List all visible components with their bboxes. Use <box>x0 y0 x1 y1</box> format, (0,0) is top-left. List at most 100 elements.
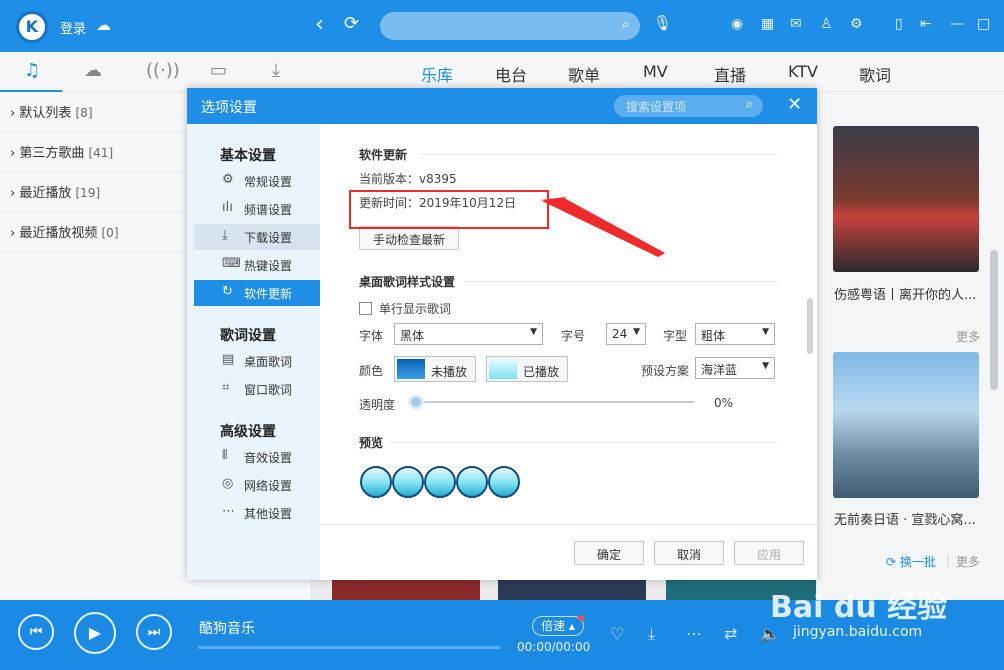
nav-sound[interactable]: ⫴ 音效设置 <box>194 444 320 470</box>
nav-network[interactable]: ◎ 网络设置 <box>194 472 320 498</box>
tab-ktv[interactable]: KTV <box>788 62 818 81</box>
nav-label: 网络设置 <box>244 479 293 493</box>
device-icon[interactable]: ▭ <box>210 60 227 81</box>
shirt-icon[interactable]: ♙ <box>820 16 833 32</box>
cloud-tab-icon[interactable]: ☁ <box>84 60 102 81</box>
nav-desktop-lyric[interactable]: ▤ 桌面歌词 <box>194 348 320 374</box>
preset-select[interactable]: 海洋蓝 ▼ <box>695 357 775 379</box>
style-select[interactable]: 粗体 ▼ <box>695 323 775 345</box>
dialog-scrollbar[interactable] <box>807 298 813 354</box>
mail-icon[interactable]: ✉ <box>790 16 802 32</box>
title-bar: K 登录 ☁ ‹ ⟳ ⌕ 🎙 ◉ ▦ ✉ ♙ ⚙ ▯ ⇤ — □ <box>0 0 1004 52</box>
nav-hotkey[interactable]: ⌨ 热键设置 <box>194 252 320 278</box>
nav-spectrum[interactable]: ılı 频谱设置 <box>194 196 320 222</box>
download-icon[interactable]: ⤓ <box>648 624 655 644</box>
tab-playlists[interactable]: 歌单 <box>568 62 600 86</box>
group-basic-title: 基本设置 <box>220 148 276 164</box>
search-icon[interactable]: ⌕ <box>622 15 630 33</box>
list-count: [0] <box>101 226 119 240</box>
size-value: 24 <box>612 327 628 341</box>
now-playing-title: 酷狗音乐 <box>199 621 255 637</box>
settings-icon[interactable]: ⚙ <box>850 16 863 32</box>
tab-lyrics[interactable]: 歌词 <box>859 62 891 86</box>
more-link[interactable]: 更多 <box>956 553 980 570</box>
section-update-title: 软件更新 <box>359 148 408 162</box>
nav-window-lyric[interactable]: ⌗ 窗口歌词 <box>194 376 320 402</box>
opacity-slider-knob[interactable] <box>408 394 424 410</box>
refresh-icon[interactable]: ⟳ <box>344 13 359 34</box>
unplayed-color-button[interactable]: 未播放 <box>394 356 476 382</box>
divider <box>390 442 777 443</box>
tab-mv[interactable]: MV <box>643 62 668 81</box>
nav-label: 下载设置 <box>244 231 293 245</box>
heart-icon[interactable]: ♡ <box>610 624 624 643</box>
font-select[interactable]: 黑体 ▼ <box>394 323 543 345</box>
search-input[interactable]: ⌕ <box>380 12 640 40</box>
page-scrollbar[interactable] <box>990 250 998 390</box>
tab-radio[interactable]: 电台 <box>495 62 527 86</box>
bottom-card-thumb[interactable] <box>332 580 480 600</box>
settings-search-input[interactable]: 搜索设置项 ⌕ <box>614 95 763 117</box>
preview-lyric-ball <box>456 466 488 498</box>
check-update-button[interactable]: 手动检查最新 <box>359 226 459 250</box>
window-lyric-icon: ⌗ <box>222 380 230 395</box>
back-icon[interactable]: ‹ <box>315 12 324 37</box>
more-link[interactable]: 更多 <box>956 328 980 345</box>
play-icon[interactable]: ▶ <box>74 612 116 654</box>
spectrum-icon: ılı <box>222 200 233 215</box>
cancel-button[interactable]: 取消 <box>654 541 724 565</box>
nav-update[interactable]: ↻ 软件更新 <box>194 280 320 306</box>
radio-tower-icon[interactable]: ((·)) <box>146 60 180 81</box>
size-select[interactable]: 24 ▼ <box>606 323 646 345</box>
radio-icon[interactable]: ◉ <box>731 16 743 32</box>
exit-icon[interactable]: ⇤ <box>920 16 932 32</box>
divider <box>420 154 777 155</box>
download-tab-icon[interactable]: ⤓ <box>272 60 280 81</box>
volume-icon[interactable]: 🔈 <box>760 624 780 643</box>
mini-mode-icon[interactable]: ▯ <box>895 16 903 32</box>
section-lyric-title: 桌面歌词样式设置 <box>359 275 456 289</box>
tab-library[interactable]: 乐库 <box>421 62 453 86</box>
cloud-icon[interactable]: ☁ <box>96 16 111 34</box>
opacity-slider-track[interactable] <box>416 401 694 403</box>
next-icon[interactable]: ⏭ <box>136 614 172 650</box>
playlist-caption[interactable]: 伤感粤语丨离开你的人... <box>834 284 980 303</box>
search-icon[interactable]: ⌕ <box>746 97 753 112</box>
nav-other[interactable]: ⋯ 其他设置 <box>194 500 320 526</box>
list-label: 默认列表 <box>19 106 72 121</box>
maximize-icon[interactable]: □ <box>977 16 990 32</box>
playlist-cover[interactable] <box>833 126 979 272</box>
refresh-label: 换一批 <box>899 555 936 569</box>
speed-label: 倍速 <box>541 619 566 633</box>
played-swatch <box>489 359 517 379</box>
single-line-checkbox[interactable] <box>359 302 372 315</box>
minimize-icon[interactable]: — <box>950 16 964 32</box>
dialog-footer: 确定 取消 应用 <box>320 524 817 580</box>
dialog-title: 选项设置 <box>201 100 257 116</box>
played-color-button[interactable]: 已播放 <box>486 356 568 382</box>
more-icon[interactable]: ⋯ <box>686 624 702 643</box>
bottom-card-thumb[interactable] <box>498 580 646 600</box>
playlist-caption[interactable]: 无前奏日语 · 宣戮心窝... <box>834 509 980 528</box>
tab-live[interactable]: 直播 <box>714 62 746 86</box>
music-note-icon[interactable]: ♫ <box>24 60 40 81</box>
preview-lyric-ball <box>360 466 392 498</box>
refresh-batch-button[interactable]: ⟳ 换一批 <box>886 553 936 570</box>
loop-icon[interactable]: ⇄ <box>724 624 737 643</box>
nav-download[interactable]: ⤓ 下载设置 <box>194 224 320 250</box>
close-icon[interactable]: ✕ <box>787 94 802 115</box>
mic-icon[interactable]: 🎙 <box>653 14 672 32</box>
current-version: 当前版本：v8395 <box>359 172 457 186</box>
preview-lyric-ball <box>488 466 520 498</box>
prev-icon[interactable]: ⏮ <box>18 614 54 650</box>
ok-button[interactable]: 确定 <box>574 541 644 565</box>
progress-bar[interactable] <box>198 646 500 649</box>
chevron-down-icon: ▼ <box>762 327 769 337</box>
login-link[interactable]: 登录 <box>60 18 86 37</box>
apps-icon[interactable]: ▦ <box>761 16 774 32</box>
speed-button[interactable]: 倍速 ▴ <box>532 616 584 636</box>
playlist-cover[interactable] <box>833 352 979 498</box>
apply-button[interactable]: 应用 <box>734 541 804 565</box>
kugou-logo[interactable]: K <box>16 11 48 43</box>
nav-general[interactable]: ⚙ 常规设置 <box>194 168 320 194</box>
